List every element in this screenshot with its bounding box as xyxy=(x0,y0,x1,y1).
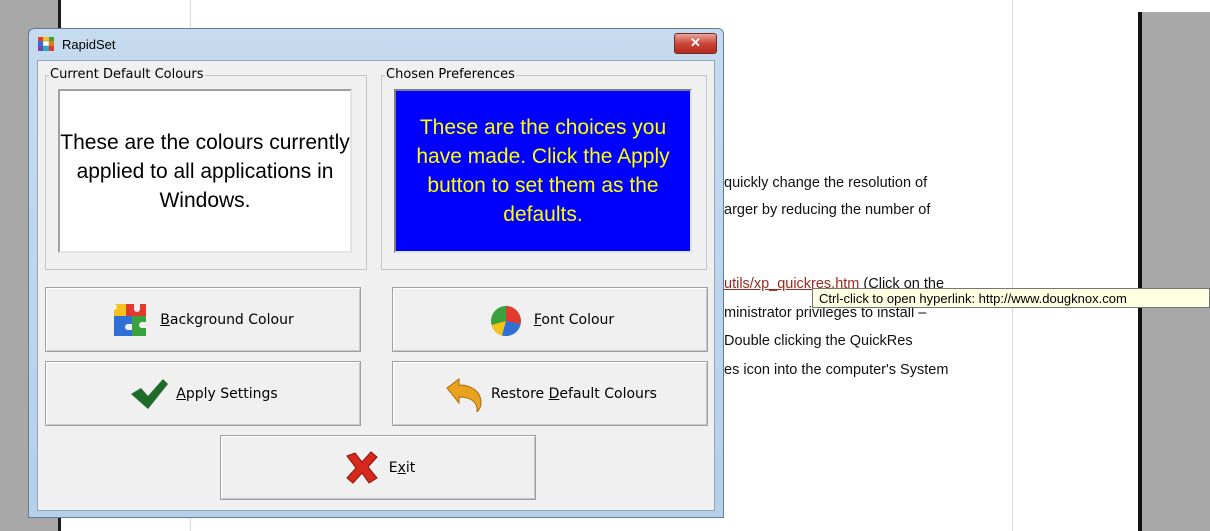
font-colour-label: Font Colour xyxy=(533,311,615,328)
pie-chart-icon xyxy=(486,302,528,338)
chosen-preferences-group: Chosen Preferences These are the choices… xyxy=(381,67,707,270)
document-line: arger by reducing the number of xyxy=(724,202,931,218)
chosen-preferences-preview: These are the choices you have made. Cli… xyxy=(394,89,692,253)
current-colours-group: Current Default Colours These are the co… xyxy=(45,67,367,270)
background-colour-label: Background Colour xyxy=(160,311,294,328)
current-colours-preview-text: These are the colours currently applied … xyxy=(60,130,350,212)
undo-arrow-icon xyxy=(443,376,485,413)
current-colours-preview: These are the colours currently applied … xyxy=(58,89,352,253)
current-colours-label: Current Default Colours xyxy=(49,67,205,82)
checkmark-icon xyxy=(128,376,170,412)
red-x-icon xyxy=(341,450,383,486)
document-line: quickly change the resolution of xyxy=(724,175,928,191)
hyperlink-tooltip: Ctrl-click to open hyperlink: http://www… xyxy=(812,288,1210,308)
rapidset-app-icon xyxy=(38,37,54,51)
right-margin-area xyxy=(1142,12,1210,531)
chosen-preferences-label: Chosen Preferences xyxy=(385,67,516,82)
dialog-client-area: Current Default Colours These are the co… xyxy=(37,60,715,511)
title-bar[interactable]: RapidSet ✕ xyxy=(29,29,723,59)
restore-default-colours-label: Restore Default Colours xyxy=(491,385,657,402)
puzzle-icon xyxy=(112,302,154,338)
apply-settings-label: Apply Settings xyxy=(176,385,278,402)
exit-label: Exit xyxy=(388,459,416,476)
exit-button[interactable]: Exit xyxy=(220,435,536,500)
window-title: RapidSet xyxy=(62,37,116,52)
font-colour-button[interactable]: Font Colour xyxy=(392,287,708,352)
apply-settings-button[interactable]: Apply Settings xyxy=(45,361,361,426)
close-icon: ✕ xyxy=(690,35,701,50)
text-boundary-right xyxy=(1012,0,1013,531)
document-line: Double clicking the QuickRes xyxy=(724,333,913,349)
document-line: es icon into the computer's System xyxy=(724,362,949,378)
background-colour-button[interactable]: Background Colour xyxy=(45,287,361,352)
chosen-preferences-preview-text: These are the choices you have made. Cli… xyxy=(416,116,670,226)
restore-default-colours-button[interactable]: Restore Default Colours xyxy=(392,361,708,426)
close-button[interactable]: ✕ xyxy=(674,33,717,54)
rapidset-window: RapidSet ✕ Current Default Colours These… xyxy=(28,28,724,518)
